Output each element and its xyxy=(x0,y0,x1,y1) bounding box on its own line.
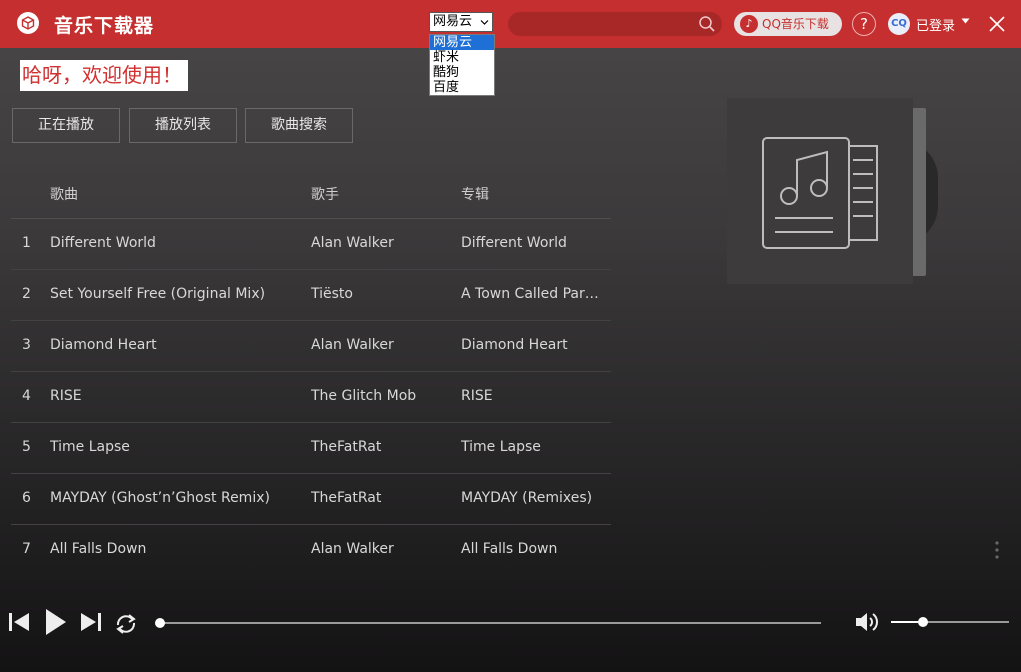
table-row[interactable]: 1 Different World Alan Walker Different … xyxy=(11,219,611,270)
column-header-artist[interactable]: 歌手 xyxy=(311,184,451,204)
search-icon[interactable] xyxy=(698,15,716,37)
row-index: 6 xyxy=(22,490,31,506)
table-row[interactable]: 2 Set Yourself Free (Original Mix) Tiëst… xyxy=(11,270,611,321)
music-file-icon xyxy=(762,137,878,249)
song-table: 歌曲 歌手 专辑 1 Different World Alan Walker D… xyxy=(11,168,611,575)
chevron-down-icon xyxy=(480,14,489,33)
row-song: All Falls Down xyxy=(50,541,147,557)
tab-song-search[interactable]: 歌曲搜索 xyxy=(245,108,353,143)
row-index: 1 xyxy=(22,235,31,251)
row-album: RISE xyxy=(461,388,493,404)
progress-knob[interactable] xyxy=(155,618,165,628)
title-bar: 音乐下载器 网易云 ♪ QQ音乐下载 ? CQ 已登录 xyxy=(0,0,1021,48)
row-song: RISE xyxy=(50,388,82,404)
row-song: MAYDAY (Ghost’n’Ghost Remix) xyxy=(50,490,270,506)
more-vertical-icon[interactable] xyxy=(990,538,1004,562)
login-caret-icon[interactable] xyxy=(961,17,970,28)
next-icon[interactable] xyxy=(80,611,102,637)
table-header: 歌曲 歌手 专辑 xyxy=(11,168,611,219)
row-index: 4 xyxy=(22,388,31,404)
row-album: MAYDAY (Remixes) xyxy=(461,490,593,506)
close-icon[interactable] xyxy=(987,14,1007,34)
row-song: Set Yourself Free (Original Mix) xyxy=(50,286,266,302)
row-song: Different World xyxy=(50,235,156,251)
source-option[interactable]: 虾米 xyxy=(430,50,494,65)
tab-now-playing[interactable]: 正在播放 xyxy=(12,108,120,143)
row-artist: Alan Walker xyxy=(311,541,394,557)
avatar[interactable]: CQ xyxy=(888,13,910,35)
column-header-song[interactable]: 歌曲 xyxy=(50,184,300,204)
table-row[interactable]: 5 Time Lapse TheFatRat Time Lapse xyxy=(11,423,611,474)
login-status[interactable]: 已登录 xyxy=(916,15,955,34)
row-artist: The Glitch Mob xyxy=(311,388,417,404)
help-button[interactable]: ? xyxy=(852,12,876,36)
source-dropdown-list: 网易云 虾米 酷狗 百度 xyxy=(429,34,495,96)
row-artist: Alan Walker xyxy=(311,235,394,251)
source-select-value: 网易云 xyxy=(433,14,473,29)
row-artist: Tiësto xyxy=(311,286,353,302)
table-row[interactable]: 7 All Falls Down Alan Walker All Falls D… xyxy=(11,525,611,575)
column-header-album[interactable]: 专辑 xyxy=(461,184,607,204)
row-index: 3 xyxy=(22,337,31,353)
welcome-banner: 哈呀，欢迎使用！ xyxy=(20,60,188,91)
logo-icon xyxy=(17,12,39,34)
progress-bar[interactable] xyxy=(160,622,821,624)
source-option[interactable]: 酷狗 xyxy=(430,65,494,80)
qq-download-label: QQ音乐下载 xyxy=(762,17,829,31)
source-option[interactable]: 网易云 xyxy=(430,35,494,50)
row-artist: TheFatRat xyxy=(311,439,382,455)
qq-download-button[interactable]: ♪ QQ音乐下载 xyxy=(734,12,842,36)
play-icon[interactable] xyxy=(44,608,68,640)
row-index: 2 xyxy=(22,286,31,302)
source-option[interactable]: 百度 xyxy=(430,80,494,95)
repeat-icon[interactable] xyxy=(114,612,138,640)
source-select[interactable]: 网易云 xyxy=(429,12,493,32)
previous-icon[interactable] xyxy=(8,611,30,637)
search-input[interactable] xyxy=(508,12,722,36)
row-index: 7 xyxy=(22,541,31,557)
album-cover xyxy=(727,98,913,284)
tab-playlist[interactable]: 播放列表 xyxy=(129,108,237,143)
qq-music-icon: ♪ xyxy=(740,15,758,33)
row-song: Time Lapse xyxy=(50,439,130,455)
row-album: Time Lapse xyxy=(461,439,541,455)
row-artist: Alan Walker xyxy=(311,337,394,353)
table-row[interactable]: 3 Diamond Heart Alan Walker Diamond Hear… xyxy=(11,321,611,372)
row-artist: TheFatRat xyxy=(311,490,382,506)
row-album: All Falls Down xyxy=(461,541,558,557)
album-case-edge xyxy=(913,108,926,276)
app-title: 音乐下载器 xyxy=(54,15,155,37)
table-row[interactable]: 6 MAYDAY (Ghost’n’Ghost Remix) TheFatRat… xyxy=(11,474,611,525)
row-album: A Town Called Para… xyxy=(461,286,607,302)
volume-icon[interactable] xyxy=(854,610,880,638)
volume-knob[interactable] xyxy=(917,617,928,627)
row-album: Different World xyxy=(461,235,567,251)
table-row[interactable]: 4 RISE The Glitch Mob RISE xyxy=(11,372,611,423)
row-index: 5 xyxy=(22,439,31,455)
row-song: Diamond Heart xyxy=(50,337,157,353)
row-album: Diamond Heart xyxy=(461,337,568,353)
